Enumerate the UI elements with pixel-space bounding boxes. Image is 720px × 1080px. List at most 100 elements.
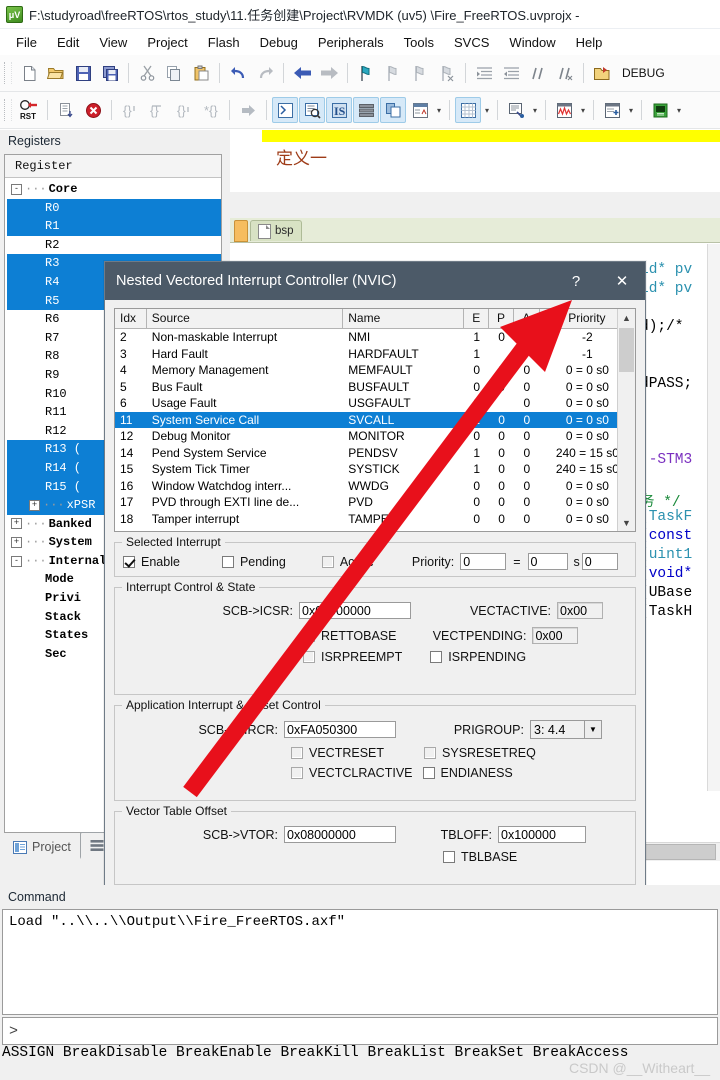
close-icon[interactable]: ✕: [599, 262, 645, 300]
bookmark-clear-icon[interactable]: [434, 60, 460, 86]
table-row[interactable]: 4 Memory Management MEMFAULT 0 0 0 0 = 0 s0: [115, 362, 635, 379]
table-row[interactable]: 5 Bus Fault BUSFAULT 0 0 0 0 = 0 s0: [115, 379, 635, 396]
menu-item-svcs[interactable]: SVCS: [444, 32, 499, 53]
register-tree-item[interactable]: R1: [7, 217, 221, 236]
menu-item-project[interactable]: Project: [137, 32, 197, 53]
interrupt-table-scrollbar[interactable]: ▲ ▼: [617, 309, 635, 531]
serial-window-icon[interactable]: [503, 97, 529, 123]
priority-sub-input[interactable]: 0: [581, 553, 618, 570]
indent-icon[interactable]: [471, 60, 497, 86]
undo-icon[interactable]: [225, 60, 251, 86]
column-header-idx[interactable]: Idx: [115, 309, 147, 328]
table-row[interactable]: 12 Debug Monitor MONITOR 0 0 0 0 = 0 s0: [115, 428, 635, 445]
endianess-checkbox[interactable]: [422, 767, 435, 779]
toolbar-grip[interactable]: [4, 99, 12, 121]
disassembly-icon[interactable]: [299, 97, 325, 123]
chevron-down-icon[interactable]: ▾: [626, 97, 636, 123]
register-tree-item[interactable]: R2: [7, 236, 221, 255]
column-header-pending[interactable]: P: [489, 309, 514, 328]
command-input-row[interactable]: >: [2, 1017, 718, 1045]
outdent-icon[interactable]: [498, 60, 524, 86]
column-header-enable[interactable]: E: [464, 309, 490, 328]
menu-item-view[interactable]: View: [89, 32, 137, 53]
editor-tab-indicator[interactable]: [234, 220, 248, 242]
run-cursor-icon[interactable]: [235, 97, 261, 123]
register-tree-item[interactable]: - ··· Core: [7, 180, 221, 199]
debug-configuration-label[interactable]: DEBUG: [622, 66, 665, 80]
call-stack-icon[interactable]: [380, 97, 406, 123]
vectreset-checkbox[interactable]: [291, 747, 303, 759]
table-row[interactable]: 6 Usage Fault USGFAULT 0 0 0 = 0 s0: [115, 395, 635, 412]
priority-group-input[interactable]: 0: [527, 553, 568, 570]
bookmark-prev-icon[interactable]: [380, 60, 406, 86]
comment-icon[interactable]: [525, 60, 551, 86]
scroll-down-icon[interactable]: ▼: [618, 514, 635, 531]
table-row[interactable]: 2 Non-maskable Interrupt NMI 1 0 -2: [115, 329, 635, 346]
save-all-icon[interactable]: [97, 60, 123, 86]
symbols-icon[interactable]: IS: [326, 97, 352, 123]
stop-icon[interactable]: [80, 97, 106, 123]
enable-checkbox[interactable]: [123, 555, 135, 568]
uncomment-icon[interactable]: [552, 60, 578, 86]
new-file-icon[interactable]: [16, 60, 42, 86]
run-to-line-icon[interactable]: [53, 97, 79, 123]
rettobase-checkbox[interactable]: [303, 629, 315, 642]
menu-item-tools[interactable]: Tools: [394, 32, 444, 53]
collapse-icon[interactable]: -: [11, 183, 22, 195]
help-button[interactable]: ?: [553, 262, 599, 300]
paste-icon[interactable]: [188, 60, 214, 86]
priority-input[interactable]: 0: [460, 553, 507, 570]
chevron-down-icon[interactable]: ▼: [584, 721, 601, 738]
chevron-down-icon[interactable]: ▾: [530, 97, 540, 123]
reset-icon[interactable]: RST: [16, 97, 42, 123]
isrpending-checkbox[interactable]: [430, 651, 443, 663]
save-icon[interactable]: [70, 60, 96, 86]
system-viewer-icon[interactable]: [647, 97, 673, 123]
chevron-down-icon[interactable]: ▾: [482, 97, 492, 123]
expand-icon[interactable]: +: [11, 518, 22, 530]
table-row[interactable]: 15 System Tick Timer SYSTICK 1 0 0 240 = 15 s0: [115, 461, 635, 478]
bookmark-next-icon[interactable]: [407, 60, 433, 86]
sysresetreq-checkbox[interactable]: [424, 747, 437, 759]
pending-checkbox[interactable]: [221, 555, 234, 568]
bookmark-icon[interactable]: [353, 60, 379, 86]
menu-item-debug[interactable]: Debug: [250, 32, 308, 53]
toolbar-grip[interactable]: [4, 62, 12, 84]
chevron-down-icon[interactable]: ▾: [674, 97, 684, 123]
step-over-icon[interactable]: {}: [144, 97, 170, 123]
interrupt-table-body[interactable]: 2 Non-maskable Interrupt NMI 1 0 -2 3 Hard Faul…: [115, 329, 635, 527]
nvic-dialog[interactable]: Nested Vectored Interrupt Controller (NV…: [104, 261, 646, 949]
table-row[interactable]: 17 PVD through EXTI line de... PVD 0 0 0 0 = 0…: [115, 494, 635, 511]
table-row[interactable]: 16 Window Watchdog interr... WWDG 0 0 0 0 = 0 …: [115, 478, 635, 495]
cut-icon[interactable]: [134, 60, 160, 86]
active-checkbox[interactable]: [321, 555, 334, 568]
scroll-thumb[interactable]: [619, 328, 634, 372]
scb-aircr-input[interactable]: 0xFA050300: [284, 721, 396, 738]
menu-item-flash[interactable]: Flash: [198, 32, 250, 53]
registers-icon[interactable]: [353, 97, 379, 123]
redo-icon[interactable]: [252, 60, 278, 86]
chevron-down-icon[interactable]: ▾: [434, 97, 444, 123]
editor-vertical-scrollbar[interactable]: [707, 244, 720, 833]
editor-tab-bsp[interactable]: bsp: [250, 220, 302, 241]
table-row[interactable]: 3 Hard Fault HARDFAULT 1 -1: [115, 346, 635, 363]
expand-icon[interactable]: +: [29, 499, 40, 511]
chevron-down-icon[interactable]: ▾: [578, 97, 588, 123]
menu-item-edit[interactable]: Edit: [47, 32, 89, 53]
column-header-source[interactable]: Source: [147, 309, 344, 328]
step-to-cursor-icon[interactable]: *{}: [198, 97, 224, 123]
navigate-back-icon[interactable]: [289, 60, 315, 86]
open-file-icon[interactable]: [43, 60, 69, 86]
copy-icon[interactable]: [161, 60, 187, 86]
scb-icsr-input[interactable]: 0x00000000: [299, 602, 411, 619]
prigroup-select[interactable]: 3: 4.4 ▼: [530, 720, 602, 739]
step-in-icon[interactable]: {}: [117, 97, 143, 123]
collapse-icon[interactable]: -: [11, 555, 22, 567]
tab-project[interactable]: Project: [4, 835, 80, 859]
interrupt-table[interactable]: Idx Source Name E P A Priority 2 Non-mask…: [114, 308, 636, 532]
menu-item-file[interactable]: File: [6, 32, 47, 53]
table-row[interactable]: 18 Tamper interrupt TAMPER 0 0 0 0 = 0 s0: [115, 511, 635, 528]
debug-session-icon[interactable]: [589, 60, 615, 86]
menu-item-peripherals[interactable]: Peripherals: [308, 32, 394, 53]
table-row[interactable]: 11 System Service Call SVCALL 1 0 0 0 = 0 s0: [115, 411, 635, 428]
